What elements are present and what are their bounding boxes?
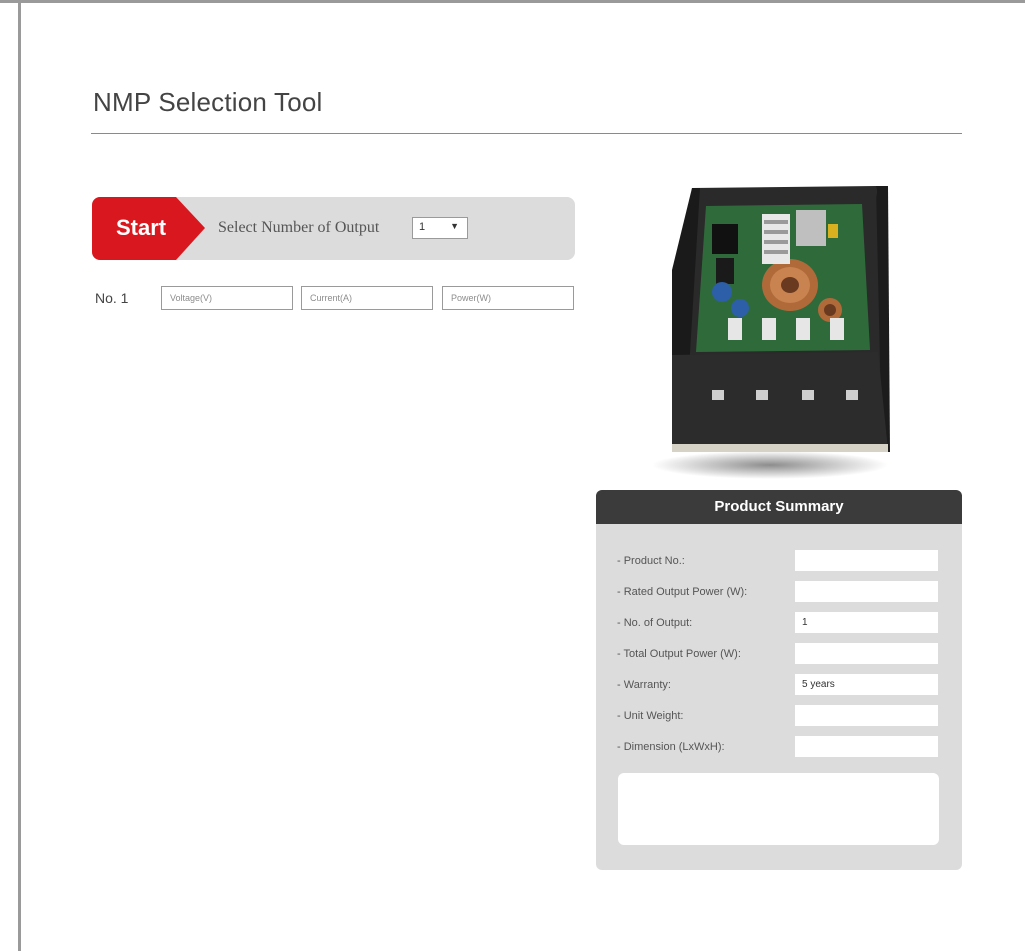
- power-input[interactable]: [442, 286, 574, 310]
- voltage-input[interactable]: [161, 286, 293, 310]
- summary-label-no-of-output: - No. of Output:: [617, 617, 693, 629]
- summary-value-rated-power: [795, 581, 938, 602]
- window-left-border: [18, 0, 21, 951]
- summary-value-no-of-output: 1: [795, 612, 938, 633]
- summary-label-unit-weight: - Unit Weight:: [617, 710, 684, 722]
- window-top-border: [0, 0, 1025, 3]
- summary-value-dimension: [795, 736, 938, 757]
- summary-label-rated-power: - Rated Output Power (W):: [617, 586, 748, 598]
- output-count-value: 1: [419, 221, 426, 233]
- summary-label-product-no: - Product No.:: [617, 555, 685, 567]
- select-output-label: Select Number of Output: [218, 219, 380, 236]
- start-bar: Start Select Number of Output 1 ▼: [92, 197, 575, 260]
- page-title: NMP Selection Tool: [93, 87, 323, 117]
- summary-label-dimension: - Dimension (LxWxH):: [617, 741, 725, 753]
- summary-value-warranty: 5 years: [795, 674, 938, 695]
- summary-title: Product Summary: [596, 490, 962, 524]
- title-divider: [91, 133, 962, 134]
- summary-label-total-power: - Total Output Power (W):: [617, 648, 741, 660]
- product-image: [652, 186, 890, 479]
- summary-label-warranty: - Warranty:: [617, 679, 671, 691]
- summary-value-total-power: [795, 643, 938, 664]
- start-tab: Start: [92, 197, 205, 260]
- summary-notes-box: [618, 773, 939, 845]
- chevron-down-icon: ▼: [450, 221, 459, 231]
- summary-value-unit-weight: [795, 705, 938, 726]
- start-label: Start: [116, 215, 167, 240]
- product-summary-panel: Product Summary - Product No.: - Rated O…: [596, 490, 962, 870]
- summary-value-product-no: [795, 550, 938, 571]
- output-row-label: No. 1: [95, 290, 129, 306]
- output-count-select[interactable]: 1 ▼: [412, 217, 468, 239]
- current-input[interactable]: [301, 286, 433, 310]
